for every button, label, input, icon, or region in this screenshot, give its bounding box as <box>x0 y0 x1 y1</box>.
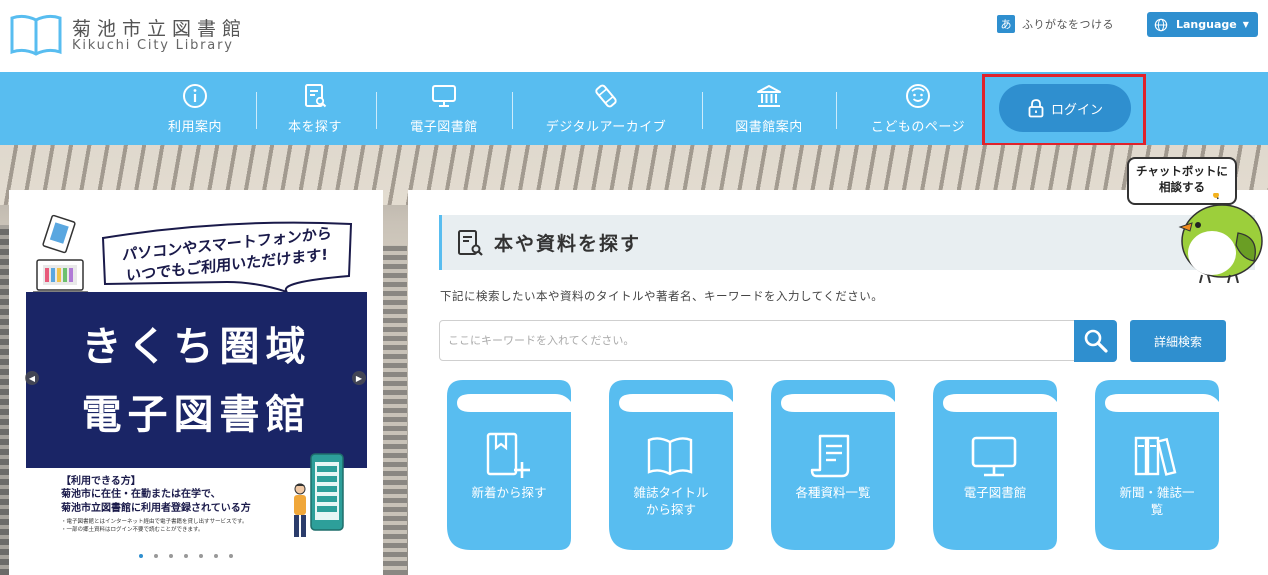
carousel-dot[interactable] <box>184 554 188 558</box>
carousel-pagination <box>139 554 244 558</box>
advanced-search-button[interactable]: 詳細検索 <box>1130 320 1226 362</box>
nav-item-usage-guide[interactable]: 利用案内 <box>158 72 232 145</box>
smartphone-illustration <box>310 453 344 531</box>
note-line-2: ・一部の郷土資料はログイン不要で読むことができます。 <box>61 527 204 533</box>
person-illustration <box>294 483 306 537</box>
availability-line-1: 菊池市に在住・在勤または在学で、 <box>61 489 221 500</box>
open-book-logo-icon <box>10 14 62 56</box>
monitor-icon <box>432 85 456 107</box>
search-submit-button[interactable] <box>1074 320 1117 362</box>
tile-label-line-1: 各種資料一覧 <box>795 485 871 500</box>
logo-text-en: Kikuchi City Library <box>72 38 234 53</box>
keyword-search-input[interactable] <box>439 320 1075 361</box>
nav-item-search-books[interactable]: 本を探す <box>278 72 352 145</box>
carousel-dot[interactable] <box>139 554 143 558</box>
availability-notes: ・電子図書館とはインターネット経由で電子書籍を貸し出すサービスです。 ・一部の郷… <box>61 518 301 534</box>
open-book-icon <box>647 437 693 476</box>
carousel-dot[interactable] <box>214 554 218 558</box>
nav-label: こどものページ <box>870 120 966 135</box>
chatbot-text: チャットボットに 相談する <box>1127 163 1237 195</box>
nav-divider <box>702 92 703 129</box>
books-icon <box>1134 436 1177 476</box>
tile-label: 新着から探す <box>451 484 567 501</box>
info-icon <box>183 84 207 108</box>
logo-text-jp: 菊池市立図書館 <box>72 18 248 40</box>
carousel-dot[interactable] <box>229 554 233 558</box>
banner-carousel[interactable]: パソコンやスマートフォンから いつでもご利用いただけます! きくち圏域 電子図書… <box>9 190 383 575</box>
book-search-icon <box>458 230 483 256</box>
banner-title-line-2: 電子図書館 <box>81 392 312 438</box>
language-label: Language <box>1176 18 1237 31</box>
laptop-tablet-illustration <box>33 214 89 299</box>
carousel-dot[interactable] <box>154 554 158 558</box>
bird-mascot-icon <box>1178 193 1263 283</box>
nav-divider <box>256 92 257 129</box>
availability-title: 【利用できる方】 <box>61 476 141 487</box>
magnifier-icon <box>1084 329 1108 353</box>
child-face-icon <box>906 84 930 108</box>
library-building-icon <box>757 85 781 107</box>
nav-item-kids-page[interactable]: こどものページ <box>866 72 970 145</box>
monitor-icon <box>971 436 1017 477</box>
availability-line-2: 菊池市立図書館に利用者登録されている方 <box>61 503 251 514</box>
chevron-left-icon: ◀ <box>28 373 36 383</box>
tile-newspapers-magazines[interactable]: 新聞・雑誌一 覧 <box>1095 380 1219 550</box>
furigana-label: ふりがなをつける <box>1022 18 1114 31</box>
nav-label: 利用案内 <box>167 120 222 135</box>
tile-label-line-2: から探す <box>645 502 696 517</box>
availability-body: 菊池市に在住・在勤または在学で、 菊池市立図書館に利用者登録されている方 <box>61 488 311 516</box>
nav-label: 本を探す <box>287 120 342 135</box>
nav-label: 電子図書館 <box>410 120 478 135</box>
nav-label: 図書館案内 <box>735 120 803 135</box>
nav-item-library-info[interactable]: 図書館案内 <box>730 72 808 145</box>
nav-divider <box>512 92 513 129</box>
search-description: 下記に検索したい本や資料のタイトルや著者名、キーワードを入力してください。 <box>440 289 884 303</box>
nav-divider <box>836 92 837 129</box>
document-list-icon <box>810 434 850 478</box>
caret-down-icon: ▼ <box>1242 20 1249 29</box>
carousel-dot[interactable] <box>169 554 173 558</box>
bookshelf-middle <box>383 245 407 575</box>
site-header: 菊池市立図書館 Kikuchi City Library あ ふりがなをつける … <box>0 0 1268 72</box>
tile-label: 電子図書館 <box>937 484 1053 501</box>
tile-label: 雑誌タイトル から探す <box>613 484 729 518</box>
carousel-next-button[interactable]: ▶ <box>352 371 366 385</box>
carousel-prev-button[interactable]: ◀ <box>25 371 39 385</box>
login-highlight-frame <box>982 74 1146 146</box>
tile-label: 各種資料一覧 <box>775 484 891 501</box>
tile-label-line-1: 電子図書館 <box>963 485 1027 500</box>
chevron-right-icon: ▶ <box>355 373 363 383</box>
new-book-icon <box>486 432 530 478</box>
tile-material-list[interactable]: 各種資料一覧 <box>771 380 895 550</box>
chatbot-line-1: チャットボットに <box>1136 164 1228 178</box>
book-search-icon <box>305 84 327 108</box>
banner-title-line-1: きくち圏域 <box>81 324 312 370</box>
tile-e-library[interactable]: 電子図書館 <box>933 380 1057 550</box>
tile-label-line-1: 新着から探す <box>471 485 547 500</box>
furigana-toggle[interactable]: あ ふりがなをつける <box>997 13 1114 35</box>
tile-label-line-1: 雑誌タイトル <box>633 485 709 500</box>
tile-label: 新聞・雑誌一 覧 <box>1099 484 1215 518</box>
language-dropdown[interactable]: Language ▼ <box>1147 12 1258 37</box>
e-library-banner: きくち圏域 電子図書館 <box>26 292 367 468</box>
chatbot-launcher[interactable]: チャットボットに 相談する <box>1124 153 1268 283</box>
scroll-icon <box>595 84 617 108</box>
site-logo[interactable]: 菊池市立図書館 Kikuchi City Library <box>8 10 248 60</box>
nav-label: デジタルアーカイブ <box>545 120 667 135</box>
nav-divider <box>376 92 377 129</box>
tile-magazine-titles[interactable]: 雑誌タイトル から探す <box>609 380 733 550</box>
globe-icon <box>1154 18 1168 31</box>
search-panel-title: 本や資料を探す <box>494 233 642 255</box>
furigana-badge-icon: あ <box>997 15 1015 33</box>
tile-label-line-2: 覧 <box>1150 502 1164 517</box>
tile-label-line-1: 新聞・雑誌一 <box>1119 485 1195 500</box>
tile-new-arrivals[interactable]: 新着から探す <box>447 380 571 550</box>
note-line-1: ・電子図書館とはインターネット経由で電子書籍を貸し出すサービスです。 <box>61 519 248 525</box>
nav-item-e-library[interactable]: 電子図書館 <box>405 72 483 145</box>
nav-item-digital-archive[interactable]: デジタルアーカイブ <box>540 72 672 145</box>
carousel-dot[interactable] <box>199 554 203 558</box>
